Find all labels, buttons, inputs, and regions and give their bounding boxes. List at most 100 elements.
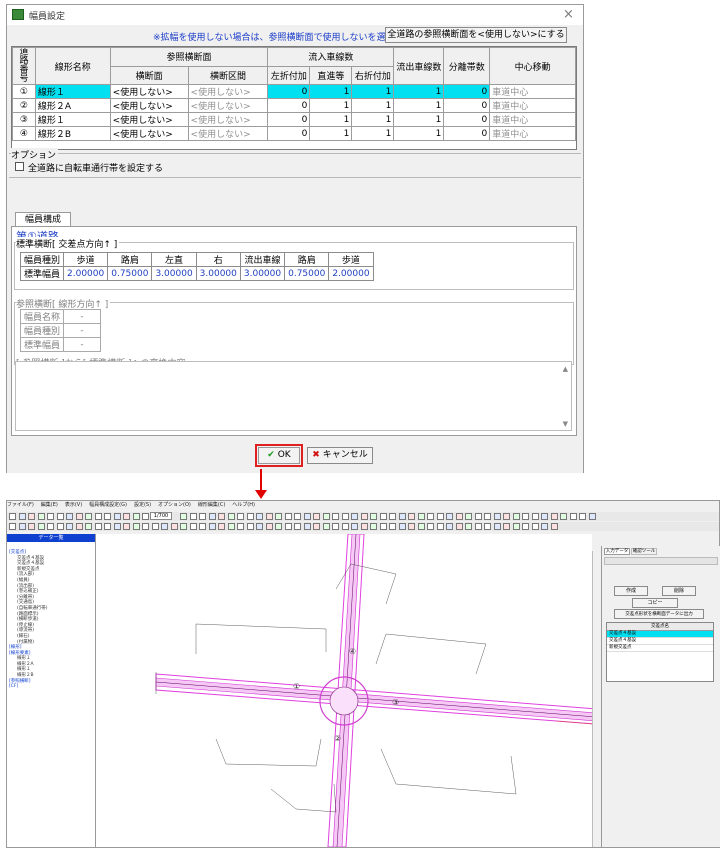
toolbar-tool-icon[interactable]	[142, 523, 149, 530]
table-row[interactable]: ③ 線形１ <使用しない> <使用しない> 0 1 1 1 0 車道中心	[12, 112, 576, 127]
toolbar-tool-icon[interactable]	[294, 513, 301, 520]
toolbar-tool-icon[interactable]	[588, 513, 596, 520]
toolbar-tool-icon[interactable]	[94, 523, 102, 530]
cancel-button[interactable]: ✖ キャンセル	[307, 447, 373, 464]
toolbar-tool-icon[interactable]	[455, 523, 463, 530]
toolbar-tool-icon[interactable]	[237, 513, 244, 520]
menu-item[interactable]: 編集(E)	[41, 502, 58, 508]
toolbar-tool-icon[interactable]	[85, 523, 92, 530]
cell-left[interactable]: 0	[267, 98, 311, 113]
scale-select[interactable]: 1/700	[150, 512, 172, 520]
toolbar-tool-icon[interactable]	[75, 513, 83, 520]
cell-straight[interactable]: 1	[309, 112, 353, 127]
toolbar-tool-icon[interactable]	[218, 523, 225, 530]
cell-right[interactable]: 1	[351, 84, 395, 99]
toolbar-tool-icon[interactable]	[303, 523, 311, 530]
toolbar-tool-icon[interactable]	[322, 523, 330, 530]
toolbar-tool-icon[interactable]	[142, 513, 149, 520]
toolbar-tool-icon[interactable]	[256, 513, 263, 520]
toolbar-tool-icon[interactable]	[123, 513, 130, 520]
toolbar-tool-icon[interactable]	[446, 523, 453, 530]
toolbar-tool-icon[interactable]	[275, 523, 282, 530]
toolbar-tool-icon[interactable]	[66, 513, 73, 520]
cell-divider[interactable]: 0	[443, 112, 491, 127]
toolbar-tool-icon[interactable]	[569, 513, 577, 520]
cell-interval[interactable]: <使用しない>	[187, 126, 269, 141]
cell-center[interactable]: 車道中心	[489, 112, 576, 127]
toolbar-tool-icon[interactable]	[246, 513, 254, 520]
toolbar-tool-icon[interactable]	[75, 523, 83, 530]
close-icon[interactable]: ×	[563, 7, 574, 22]
ref-value[interactable]: -	[63, 323, 102, 338]
toolbar-tool-icon[interactable]	[465, 513, 472, 520]
toolbar-tool-icon[interactable]	[123, 523, 130, 530]
toolbar-tool-icon[interactable]	[199, 513, 206, 520]
toolbar-tool-icon[interactable]	[541, 523, 548, 530]
cell-section[interactable]: <使用しない>	[109, 126, 189, 141]
toolbar-tool-icon[interactable]	[275, 513, 282, 520]
toolbar-tool-icon[interactable]	[37, 523, 45, 530]
toolbar-tool-icon[interactable]	[47, 513, 54, 520]
menu-item[interactable]: ヘルプ(H)	[232, 502, 255, 508]
table-row[interactable]: ① 線形１ <使用しない> <使用しない> 0 1 1 1 0 車道中心	[12, 84, 576, 99]
toolbar-tool-icon[interactable]	[474, 513, 482, 520]
toolbar-tool-icon[interactable]	[246, 523, 254, 530]
toolbar-tool-icon[interactable]	[446, 513, 453, 520]
bicycle-lane-checkbox[interactable]	[15, 162, 24, 171]
set-all-unused-button[interactable]: 全道路の参照横断面を<使用しない>にする	[385, 27, 567, 43]
toolbar-tool-icon[interactable]	[332, 523, 339, 530]
cell-left[interactable]: 0	[267, 126, 311, 141]
toolbar-tool-icon[interactable]	[113, 523, 121, 530]
toolbar-tool-icon[interactable]	[503, 523, 510, 530]
toolbar-tool-icon[interactable]	[113, 513, 121, 520]
toolbar-tool-icon[interactable]	[427, 513, 434, 520]
toolbar-tool-icon[interactable]	[455, 513, 463, 520]
tab-input-data[interactable]: 入力データ	[604, 548, 630, 555]
menu-item[interactable]: 表示(V)	[65, 502, 82, 508]
toolbar-tool-icon[interactable]	[360, 513, 368, 520]
toolbar-tool-icon[interactable]	[265, 513, 273, 520]
toolbar-tool-icon[interactable]	[132, 513, 140, 520]
scroll-up-icon[interactable]: ▲	[563, 365, 568, 373]
std-value[interactable]: 2.00000	[328, 266, 374, 281]
std-value[interactable]: 3.00000	[195, 266, 241, 281]
toolbar-tool-icon[interactable]	[465, 523, 472, 530]
toolbar-tool-icon[interactable]	[303, 513, 311, 520]
menu-item[interactable]: 線形編集(C)	[198, 502, 225, 508]
create-button[interactable]: 作成	[614, 586, 648, 596]
cell-interval[interactable]: <使用しない>	[187, 98, 269, 113]
toolbar-tool-icon[interactable]	[227, 523, 235, 530]
canvas-scrollbar[interactable]	[592, 551, 601, 847]
toolbar-tool-icon[interactable]	[322, 513, 330, 520]
toolbar-tool-icon[interactable]	[541, 513, 548, 520]
cell-interval[interactable]: <使用しない>	[187, 112, 269, 127]
toolbar-tool-icon[interactable]	[189, 523, 197, 530]
toolbar-tool-icon[interactable]	[484, 523, 491, 530]
toolbar-tool-icon[interactable]	[379, 523, 387, 530]
toolbar-tool-icon[interactable]	[218, 513, 225, 520]
toolbar-tool-icon[interactable]	[341, 513, 349, 520]
toolbar-tool-icon[interactable]	[436, 523, 444, 530]
cell-no[interactable]: ①	[12, 84, 36, 99]
table-row[interactable]: ② 線形２A <使用しない> <使用しない> 0 1 1 1 0 車道中心	[12, 98, 576, 113]
list-item[interactable]: 交差点４基設	[607, 638, 713, 645]
cell-no[interactable]: ③	[12, 112, 36, 127]
std-value[interactable]: 0.75000	[284, 266, 330, 281]
toolbar-tool-icon[interactable]	[256, 523, 263, 530]
toolbar-tool-icon[interactable]	[417, 513, 425, 520]
std-value[interactable]: 3.00000	[151, 266, 197, 281]
toolbar-tool-icon[interactable]	[189, 513, 197, 520]
ref-value[interactable]: -	[63, 309, 102, 324]
cell-section[interactable]: <使用しない>	[109, 98, 189, 113]
cell-section[interactable]: <使用しない>	[109, 112, 189, 127]
toolbar-tool-icon[interactable]	[379, 513, 387, 520]
std-value[interactable]: 2.00000	[63, 266, 109, 281]
toolbar-tool-icon[interactable]	[9, 513, 16, 520]
toolbar-tool-icon[interactable]	[332, 513, 339, 520]
toolbar-tool-icon[interactable]	[389, 523, 396, 530]
toolbar-tool-icon[interactable]	[237, 523, 244, 530]
toolbar-tool-icon[interactable]	[104, 513, 111, 520]
toolbar-tool-icon[interactable]	[28, 523, 35, 530]
cell-divider[interactable]: 0	[443, 98, 491, 113]
toolbar-tool-icon[interactable]	[151, 523, 159, 530]
